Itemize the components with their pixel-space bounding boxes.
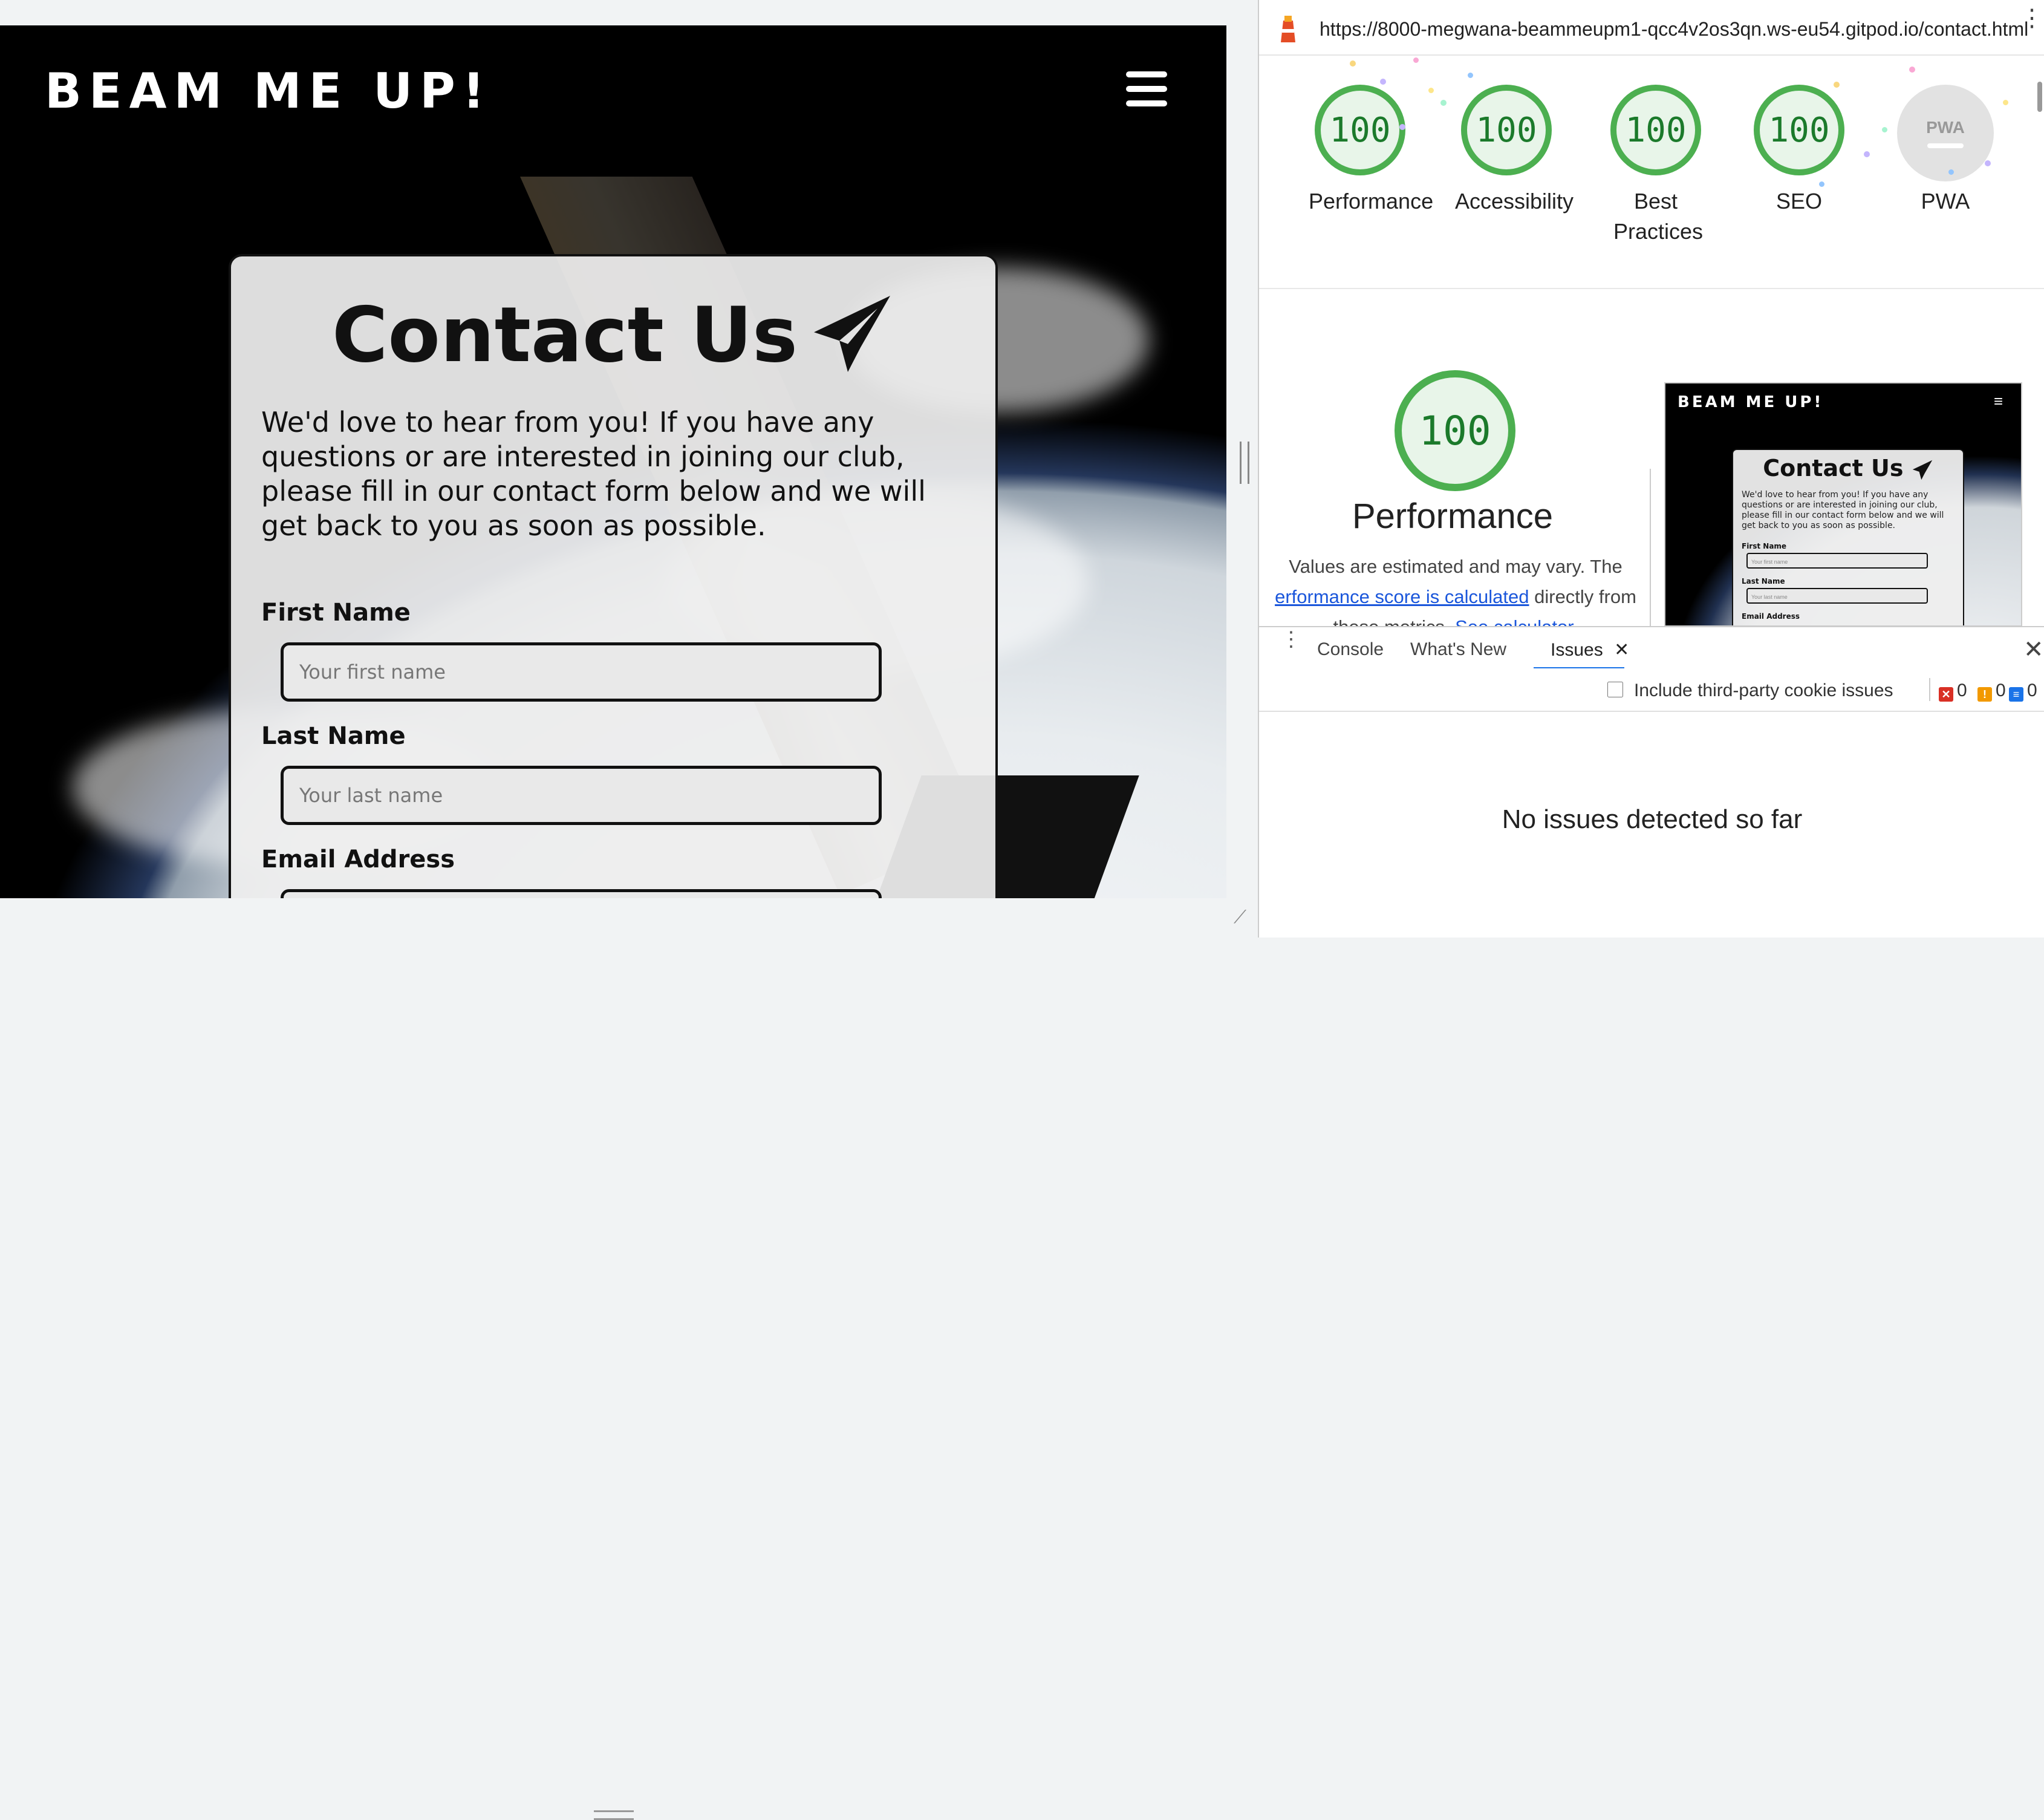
tab-console[interactable]: Console: [1317, 639, 1384, 660]
thumbnail-menu-icon: ≡: [1993, 392, 2003, 410]
split-pane-handle[interactable]: [1240, 442, 1249, 484]
devtools-panel: https://8000-megwana-beammeupm1-qcc4v2os…: [1258, 0, 2044, 938]
close-drawer-icon[interactable]: ✕: [2023, 636, 2044, 664]
gauge-score: 100: [1610, 85, 1701, 175]
viewport-height-drag-handle[interactable]: [594, 1810, 634, 1820]
first-name-label: First Name: [261, 599, 411, 627]
warning-icon: !: [1977, 687, 1992, 702]
gauge-seo[interactable]: 100 SEO: [1748, 85, 1850, 217]
error-icon: ✕: [1939, 687, 1953, 702]
tab-issues[interactable]: Issues ✕: [1551, 639, 1629, 660]
thumbnail-last-input: Your last name: [1746, 588, 1928, 604]
gauge-label: SEO: [1775, 189, 1823, 214]
page-viewport: BEAM ME UP! Contact Us We'd love to hear…: [0, 25, 1226, 898]
hamburger-menu-icon[interactable]: [1126, 71, 1167, 106]
warning-count[interactable]: ! 0: [1977, 680, 2006, 702]
gauge-score: 100: [1754, 85, 1844, 175]
close-tab-icon[interactable]: ✕: [1614, 640, 1629, 660]
section-divider: [1259, 288, 2044, 289]
performance-score-gauge: 100: [1395, 370, 1515, 491]
error-count-value: 0: [1957, 680, 1967, 700]
no-issues-message: No issues detected so far: [1502, 804, 1803, 834]
info-count-value: 0: [2027, 680, 2037, 700]
gauge-best-practices[interactable]: 100 Best Practices: [1601, 85, 1710, 247]
more-options-icon[interactable]: ⋮: [2020, 6, 2044, 30]
viewport-resize-strip: [0, 898, 1226, 1820]
pwa-badge-text: PWA: [1926, 118, 1965, 137]
thumbnail-email-label: Email Address: [1742, 612, 1800, 621]
drawer-menu-icon[interactable]: ⋮: [1281, 629, 1301, 650]
drawer-tab-bar: ⋮ Console What's New Issues ✕ ✕: [1259, 626, 2044, 671]
contact-heading: Contact Us: [231, 290, 995, 379]
last-name-label: Last Name: [261, 722, 406, 750]
paper-plane-icon: [1912, 460, 1932, 480]
thumbnail-header: BEAM ME UP! ≡: [1665, 383, 2021, 456]
first-name-input[interactable]: [281, 642, 882, 702]
resize-corner-icon[interactable]: ⟋: [1234, 907, 1246, 928]
thumbnail-contact-card: Contact Us We'd love to hear from you! I…: [1732, 449, 1964, 625]
pwa-badge-icon: PWA: [1897, 85, 1994, 181]
thumbnail-first-input: Your first name: [1746, 553, 1928, 569]
paper-plane-icon: [814, 296, 891, 373]
gauge-pwa[interactable]: PWA PWA: [1894, 85, 1997, 217]
lighthouse-icon: [1281, 16, 1295, 42]
final-screenshot-thumbnail[interactable]: BEAM ME UP! ≡ Contact Us We'd love to he…: [1664, 382, 2022, 627]
contact-title-text: Contact Us: [331, 290, 798, 379]
last-name-input[interactable]: [281, 766, 882, 825]
thumbnail-title-text: Contact Us: [1763, 455, 1904, 481]
toolbar-separator: [1929, 678, 1930, 701]
lighthouse-url-bar: https://8000-megwana-beammeupm1-qcc4v2os…: [1259, 0, 2044, 56]
report-scrollbar[interactable]: [2036, 57, 2043, 535]
contact-intro-text: We'd love to hear from you! If you have …: [261, 406, 926, 542]
gauge-score: 100: [1461, 85, 1552, 175]
audited-url[interactable]: https://8000-megwana-beammeupm1-qcc4v2os…: [1320, 18, 2028, 41]
gauge-score: 100: [1315, 85, 1405, 175]
email-label: Email Address: [261, 846, 455, 873]
vertical-divider: [1650, 469, 1651, 626]
third-party-cookie-label[interactable]: Include third-party cookie issues: [1634, 680, 1893, 701]
info-icon: ≡: [2009, 687, 2023, 702]
performance-heading: Performance: [1352, 497, 1554, 536]
gauge-label: Accessibility: [1455, 189, 1574, 214]
gauge-label: PWA: [1921, 189, 1970, 214]
thumbnail-first-label: First Name: [1742, 542, 1787, 550]
gauge-performance[interactable]: 100 Performance: [1309, 85, 1434, 217]
gauge-label: Best Practices: [1613, 189, 1704, 244]
info-count[interactable]: ≡ 0: [2009, 680, 2037, 702]
warning-count-value: 0: [1996, 680, 2006, 700]
thumbnail-intro: We'd love to hear from you! If you have …: [1742, 490, 1944, 530]
score-calculation-link[interactable]: erformance score is calculated: [1275, 586, 1529, 607]
issues-toolbar: Include third-party cookie issues ✕ 0 ! 0 …: [1259, 668, 2044, 712]
error-count[interactable]: ✕ 0: [1939, 680, 1967, 702]
contact-card: Contact Us We'd love to hear from you! I…: [229, 254, 998, 898]
gauge-accessibility[interactable]: 100 Accessibility: [1455, 85, 1574, 217]
site-logo[interactable]: BEAM ME UP!: [45, 63, 492, 119]
performance-desc-text: Values are estimated and may vary. The: [1289, 556, 1623, 577]
tab-issues-label: Issues: [1551, 640, 1603, 660]
third-party-cookie-checkbox[interactable]: [1607, 682, 1623, 697]
tab-whats-new[interactable]: What's New: [1410, 639, 1506, 660]
gauge-label: Performance: [1309, 189, 1434, 214]
site-header: BEAM ME UP!: [0, 25, 1226, 177]
thumbnail-last-label: Last Name: [1742, 577, 1785, 585]
thumbnail-logo: BEAM ME UP!: [1678, 393, 1824, 411]
email-input[interactable]: [281, 889, 882, 898]
thumbnail-title: Contact Us: [1733, 455, 1963, 481]
